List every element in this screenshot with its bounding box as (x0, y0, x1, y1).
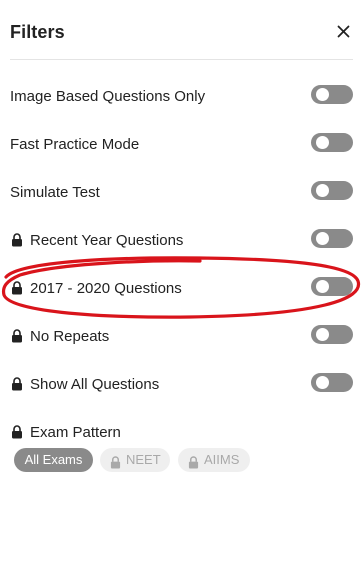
filter-row-show-all-questions[interactable]: Show All Questions (10, 373, 354, 399)
lock-icon (11, 281, 23, 295)
fast-practice-mode-toggle[interactable] (311, 133, 353, 152)
filter-label: Show All Questions (30, 376, 160, 393)
header-divider (10, 59, 353, 60)
filter-row-image-based-questions[interactable]: Image Based Questions Only (10, 85, 354, 111)
toggle-knob (316, 232, 329, 245)
simulate-test-toggle[interactable] (311, 181, 353, 200)
filter-label: Fast Practice Mode (10, 136, 140, 153)
page-title: Filters (10, 22, 65, 42)
filter-row-2017-2020-questions[interactable]: 2017 - 2020 Questions (10, 277, 354, 303)
recent-year-questions-toggle[interactable] (311, 229, 353, 248)
exam-chip-label: NEET (126, 452, 161, 467)
toggle-knob (316, 184, 329, 197)
filter-row-no-repeats[interactable]: No Repeats (10, 325, 354, 351)
filter-row-recent-year-questions[interactable]: Recent Year Questions (10, 229, 354, 255)
lock-icon (11, 233, 23, 247)
exam-pattern-heading: Exam Pattern (10, 421, 210, 443)
filter-label: 2017 - 2020 Questions (30, 280, 182, 297)
toggle-knob (316, 328, 329, 341)
lock-icon (11, 377, 23, 391)
toggle-knob (316, 88, 329, 101)
toggle-knob (316, 376, 329, 389)
no-repeats-toggle[interactable] (311, 325, 353, 344)
lock-icon (11, 329, 23, 343)
lock-icon (11, 425, 23, 439)
filter-label: Recent Year Questions (30, 232, 184, 249)
exam-chip-aiims[interactable]: AIIMS (178, 448, 250, 472)
filter-label: No Repeats (30, 328, 110, 345)
toggle-knob (316, 280, 329, 293)
exam-pattern-label: Exam Pattern (30, 424, 121, 441)
exam-chip-all-exams[interactable]: All Exams (14, 448, 93, 472)
filters-header: Filters (0, 0, 364, 60)
2017-2020-questions-toggle[interactable] (311, 277, 353, 296)
exam-chip-neet[interactable]: NEET (100, 448, 170, 472)
filter-label: Simulate Test (10, 184, 100, 201)
toggle-knob (316, 136, 329, 149)
lock-icon (188, 453, 199, 469)
lock-icon (110, 453, 121, 469)
image-based-questions-toggle[interactable] (311, 85, 353, 104)
filter-label: Image Based Questions Only (10, 88, 206, 105)
filter-row-simulate-test[interactable]: Simulate Test (10, 181, 354, 207)
show-all-questions-toggle[interactable] (311, 373, 353, 392)
exam-chip-label: AIIMS (204, 452, 240, 467)
filter-row-fast-practice-mode[interactable]: Fast Practice Mode (10, 133, 354, 159)
close-icon[interactable] (333, 20, 355, 42)
